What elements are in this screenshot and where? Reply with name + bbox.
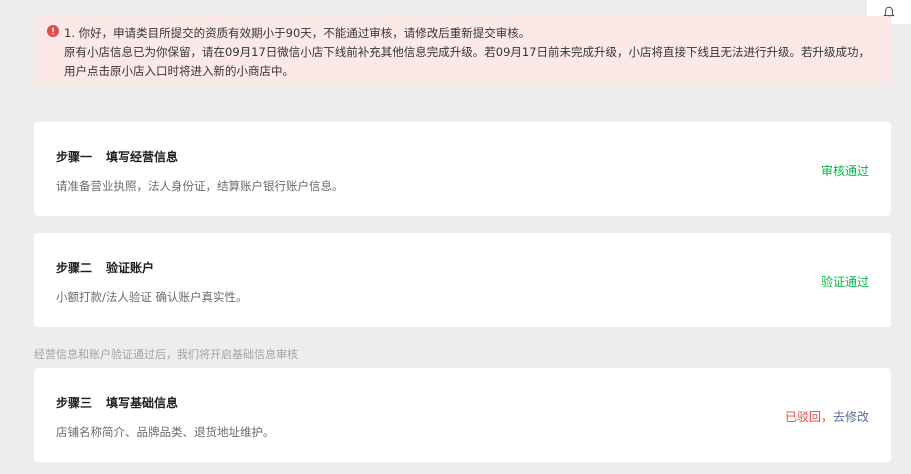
- warning-icon: [47, 25, 59, 37]
- step-status-verified: 验证通过: [820, 275, 869, 289]
- step-card-business-info[interactable]: 步骤一 填写经营信息 请准备营业执照，法人身份证，结算账户银行账户信息。 审核通过: [34, 122, 891, 216]
- step-title: 步骤一 填写经营信息: [56, 148, 178, 165]
- rejection-notice: 1. 你好，申请类目所提交的资质有效期小于90天，不能通过审核，请修改后重新提交…: [34, 16, 891, 86]
- notice-line-1: 1. 你好，申请类目所提交的资质有效期小于90天，不能通过审核，请修改后重新提交…: [64, 26, 531, 40]
- step-name: 填写基础信息: [106, 396, 179, 410]
- step-name: 填写经营信息: [106, 150, 179, 164]
- step-name: 验证账户: [106, 261, 155, 275]
- step-description: 小额打款/法人验证 确认账户真实性。: [56, 290, 248, 304]
- step-description: 店铺名称简介、品牌品类、退货地址维护。: [56, 425, 275, 439]
- status-rejected: 已驳回，: [784, 410, 833, 424]
- notice-line-2: 原有小店信息已为你保留，请在09月17日微信小店下线前补充其他信息完成升级。若0…: [64, 45, 871, 78]
- step-number: 步骤二: [56, 261, 93, 275]
- step-number: 步骤三: [56, 396, 93, 410]
- step-description: 请准备营业执照，法人身份证，结算账户银行账户信息。: [56, 179, 344, 193]
- edit-link[interactable]: 去修改: [833, 410, 869, 424]
- step-title: 步骤二 验证账户: [56, 259, 154, 276]
- step-card-verify-account[interactable]: 步骤二 验证账户 小额打款/法人验证 确认账户真实性。 验证通过: [34, 233, 891, 327]
- review-hint: 经营信息和账户验证通过后，我们将开启基础信息审核: [34, 348, 298, 361]
- step-title: 步骤三 填写基础信息: [56, 394, 178, 411]
- step-status-approved: 审核通过: [820, 164, 869, 178]
- step-status: 已驳回，去修改: [785, 408, 869, 425]
- step-number: 步骤一: [56, 150, 93, 164]
- step-card-basic-info[interactable]: 步骤三 填写基础信息 店铺名称简介、品牌品类、退货地址维护。 已驳回，去修改: [34, 368, 891, 462]
